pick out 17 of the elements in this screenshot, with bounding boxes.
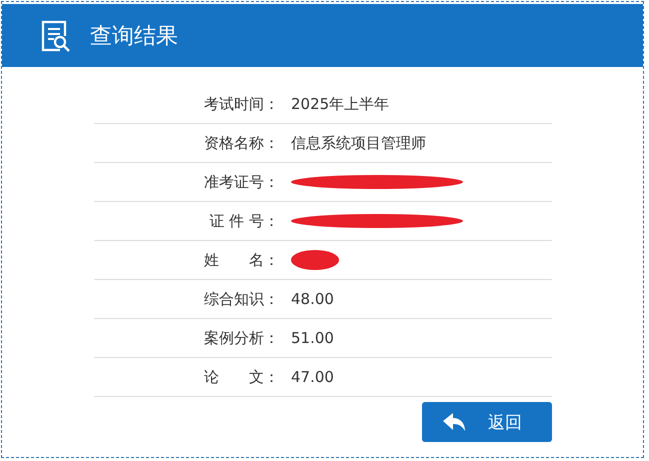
field-value: 信息系统项目管理师 — [291, 134, 426, 152]
back-arrow-icon — [442, 412, 466, 432]
field-label: 证 件 号： — [208, 212, 280, 230]
field-label: 综合知识： — [203, 290, 280, 308]
field-label: 案例分析： — [203, 328, 280, 348]
field-value: 47.00 — [291, 368, 334, 386]
field-label: 姓 名： — [203, 250, 280, 270]
back-button[interactable]: 返回 — [422, 402, 552, 442]
field-label: 准考证号： — [203, 172, 280, 192]
field-label: 资格名称： — [203, 134, 280, 152]
search-document-icon — [40, 18, 72, 52]
field-label: 论 文： — [203, 368, 280, 386]
header-title: 查询结果 — [90, 22, 178, 50]
field-value: 51.00 — [291, 329, 334, 347]
field-value: 48.00 — [291, 290, 334, 308]
field-label: 考试时间： — [203, 94, 280, 114]
field-value: 2025年上半年 — [291, 94, 390, 114]
